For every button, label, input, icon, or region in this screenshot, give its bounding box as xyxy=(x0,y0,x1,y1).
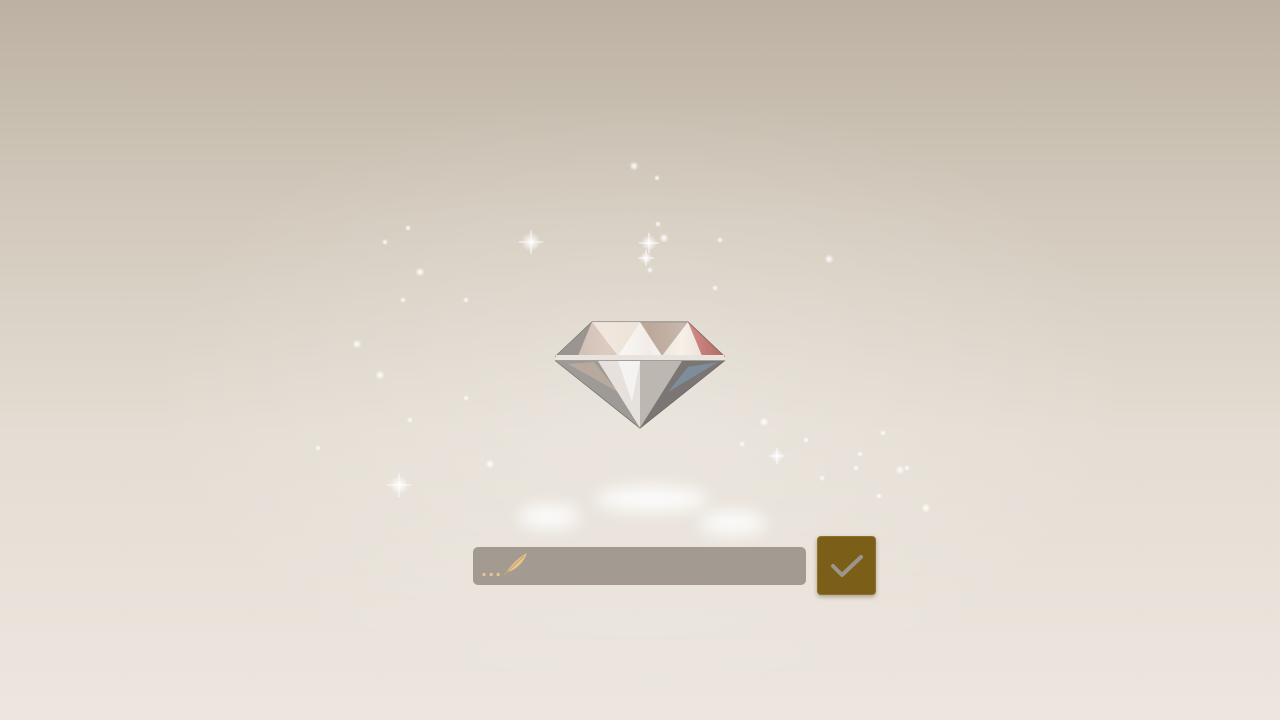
sparkle xyxy=(404,224,412,232)
sparkle xyxy=(352,339,362,349)
game-scene: ... xyxy=(0,0,1280,720)
sparkle xyxy=(895,465,905,475)
floor-glow xyxy=(700,511,766,535)
sparkle xyxy=(716,236,724,244)
sparkle xyxy=(629,161,639,171)
sparkle xyxy=(856,450,864,458)
sparkle xyxy=(659,233,669,243)
sparkle xyxy=(654,220,662,228)
sparkle xyxy=(381,238,389,246)
sparkle xyxy=(852,464,860,472)
sparkle-rays xyxy=(638,250,654,266)
sparkle-rays xyxy=(639,233,659,253)
sparkle xyxy=(903,464,911,472)
sparkle xyxy=(314,444,322,452)
sparkle xyxy=(921,503,931,513)
confirm-button[interactable] xyxy=(817,536,876,595)
floor-glow xyxy=(518,505,580,529)
sparkle xyxy=(462,394,470,402)
text-input-bar[interactable]: ... xyxy=(473,547,806,587)
sparkle xyxy=(653,174,661,182)
sparkle xyxy=(802,436,810,444)
sparkle xyxy=(759,417,769,427)
sparkle xyxy=(462,296,470,304)
sparkle xyxy=(406,416,414,424)
sparkle xyxy=(711,284,719,292)
sparkle-rays xyxy=(519,230,543,254)
floor-glow xyxy=(596,486,708,512)
sparkle xyxy=(415,267,425,277)
sparkle xyxy=(824,254,834,264)
sparkle-rays xyxy=(769,448,785,464)
sparkle xyxy=(738,440,746,448)
sparkle xyxy=(485,459,495,469)
sparkle xyxy=(646,266,654,274)
diamond-gem xyxy=(554,321,726,429)
feather-quill-icon xyxy=(503,553,528,576)
sparkle xyxy=(399,296,407,304)
sparkle xyxy=(818,474,826,482)
sparkle xyxy=(875,492,883,500)
checkmark-icon xyxy=(830,554,863,577)
prompt-dots: ... xyxy=(481,560,503,580)
sparkle xyxy=(879,429,887,437)
sparkle xyxy=(375,370,385,380)
name-input[interactable] xyxy=(537,547,801,587)
sparkle-rays xyxy=(387,473,411,497)
